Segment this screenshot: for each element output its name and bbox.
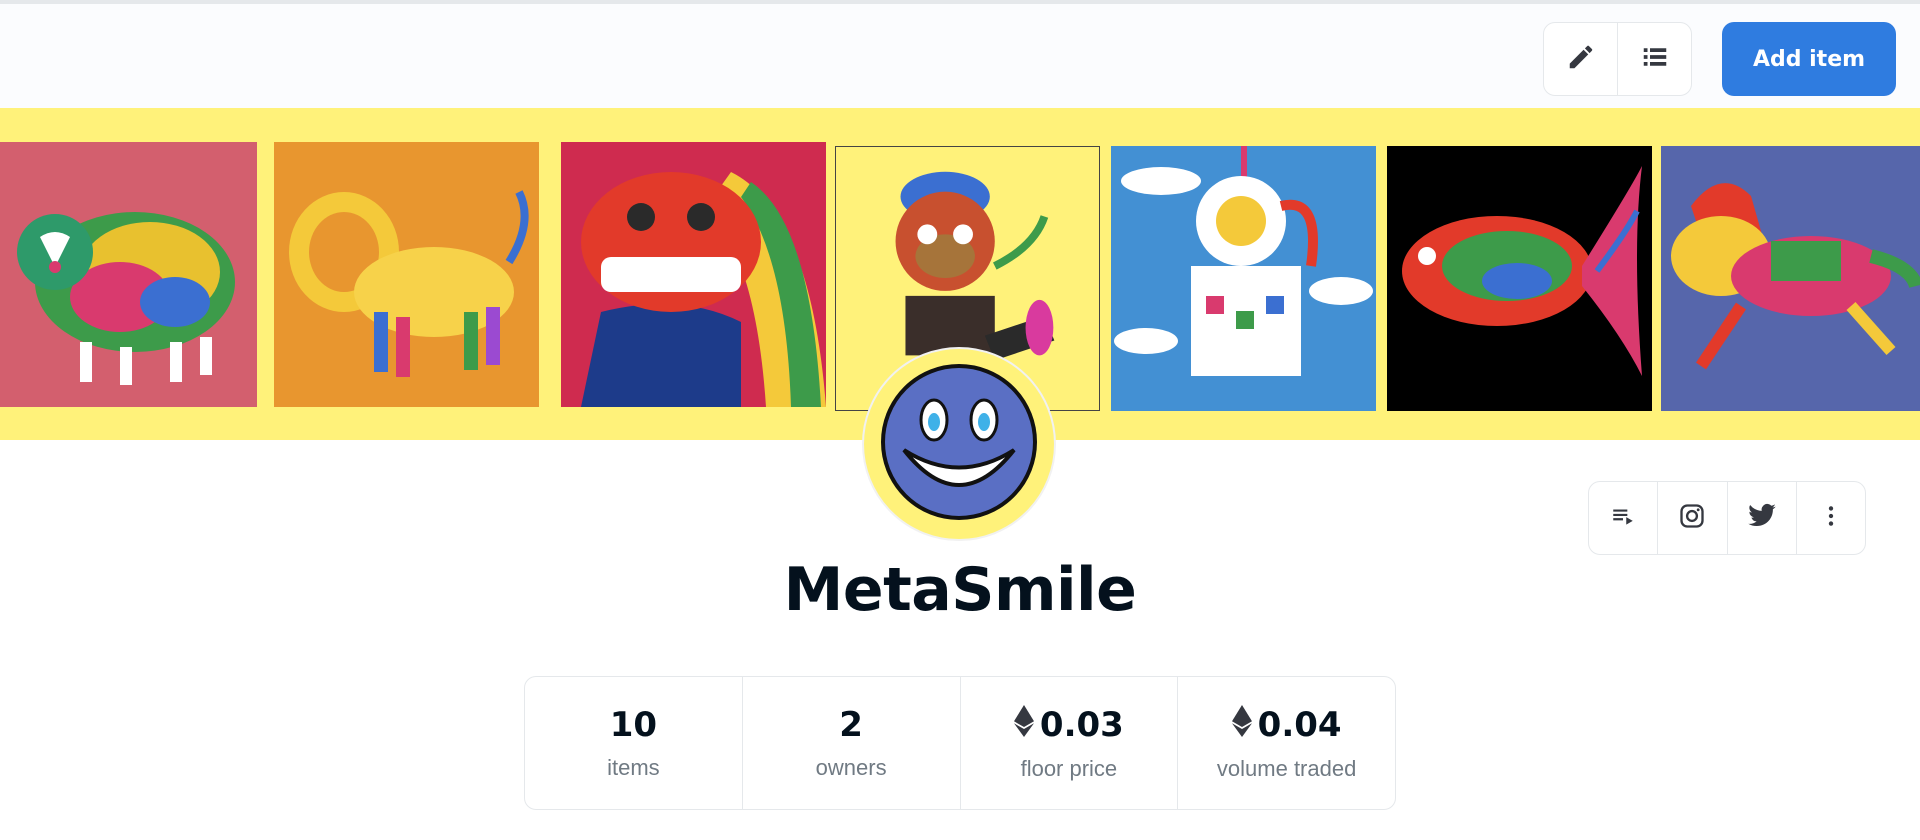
stat-label: volume traded [1216,755,1357,781]
more-options-button[interactable] [1795,482,1865,554]
stat-value: 0.04 [1231,704,1342,746]
twitter-button[interactable] [1726,482,1796,554]
edit-view-toolgroup [1543,22,1692,96]
stat-floor-price[interactable]: 0.03 floor price [959,677,1178,809]
stat-items[interactable]: 10 items [525,677,742,809]
stat-number: 0.03 [1039,705,1124,745]
stat-label: floor price [1020,755,1118,781]
collection-avatar [862,347,1056,541]
activity-button[interactable] [1589,482,1657,554]
banner-art-lion-dance [561,142,826,407]
ethereum-icon [1013,704,1034,746]
stat-number: 2 [839,705,863,745]
banner-art-horse [1661,146,1920,411]
list-icon [1640,42,1670,77]
edit-button[interactable] [1544,23,1617,95]
smiley-face-icon [879,362,1039,527]
collection-stats: 10 items 2 owners 0.03 floor price 0.04 … [524,676,1396,810]
pencil-icon [1566,42,1596,77]
stat-value: 10 [610,705,657,745]
stat-value: 2 [839,705,863,745]
stat-label: owners [815,755,887,780]
list-view-button[interactable] [1617,23,1691,95]
top-bar: Add item [0,0,1920,108]
stat-number: 0.04 [1257,705,1342,745]
stat-owners[interactable]: 2 owners [741,677,960,809]
social-links [1588,481,1866,555]
banner-art-sheep [0,142,257,407]
stat-label: items [607,755,660,780]
stat-volume-traded[interactable]: 0.04 volume traded [1177,677,1395,809]
ethereum-icon [1231,704,1252,746]
banner-art-poodle [1111,146,1376,411]
activity-icon [1610,503,1636,534]
banner-art-fish [1387,146,1652,411]
twitter-icon [1747,501,1777,536]
banner-art-lion [274,142,539,407]
instagram-button[interactable] [1657,482,1726,554]
collection-title: MetaSmile [783,555,1137,625]
more-icon [1818,503,1844,534]
stat-number: 10 [609,705,658,745]
add-item-button[interactable]: Add item [1722,22,1896,96]
instagram-icon [1678,502,1706,535]
stat-value: 0.03 [1013,704,1124,746]
